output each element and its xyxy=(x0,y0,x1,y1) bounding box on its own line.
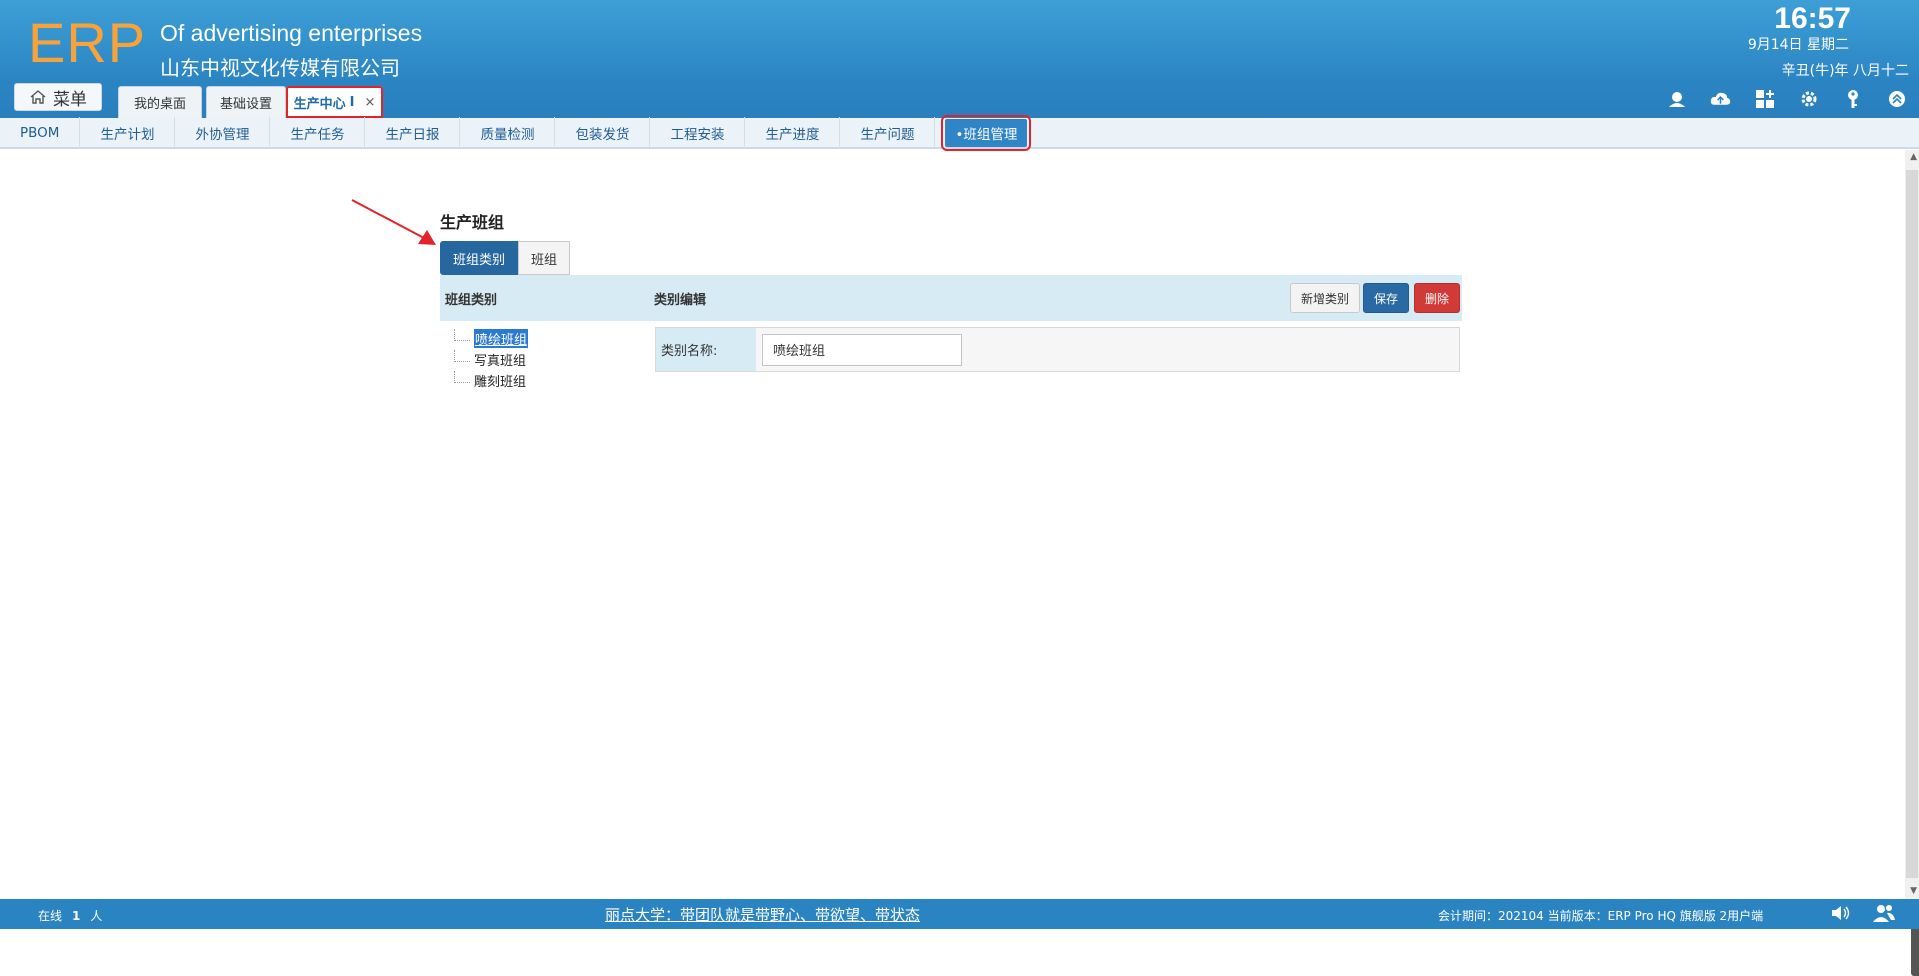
category-name-input[interactable] xyxy=(762,333,962,366)
collapse-icon[interactable] xyxy=(1886,88,1907,109)
subnav-item-daily-report[interactable]: 生产日报 xyxy=(365,117,461,148)
subnav-item-pbom[interactable]: PBOM xyxy=(0,117,81,148)
motto-link[interactable]: 丽点大学：带团队就是带野心、带欲望、带状态 xyxy=(605,904,920,925)
online-status: 在线 1 人 xyxy=(38,907,102,924)
subnav-item-progress[interactable]: 生产进度 xyxy=(745,117,841,148)
subnav-item-installation[interactable]: 工程安装 xyxy=(650,117,746,148)
tree-branch-line xyxy=(454,328,470,341)
erp-logo: ERP xyxy=(28,11,147,74)
status-bar: 在线 1 人 丽点大学：带团队就是带野心、带欲望、带状态 会计期间：202104 当… xyxy=(0,899,1919,929)
clock-date: 9月14日 星期二 xyxy=(1747,37,1849,53)
tab-label: 生产中心 xyxy=(293,97,346,112)
panel-title: 生产班组 xyxy=(440,213,505,232)
lunar-date: 辛丑(牛)年 八月十二 xyxy=(1781,63,1909,79)
company-name-en: Of advertising enterprises xyxy=(160,20,423,46)
online-unit: 人 xyxy=(90,909,103,923)
subnav-item-outsourcing[interactable]: 外协管理 xyxy=(175,117,271,148)
home-icon xyxy=(30,90,46,104)
category-tree: 喷绘班组 写真班组 雕刻班组 xyxy=(454,328,529,391)
gear-icon[interactable] xyxy=(1798,88,1819,109)
version-info: 会计期间：202104 当前版本：ERP Pro HQ 旗舰版 2用户端 xyxy=(1438,909,1764,923)
tab-team-category[interactable]: 班组类别 xyxy=(440,241,519,275)
tree-item-label: 雕刻班组 xyxy=(474,375,527,390)
tree-branch-line xyxy=(454,349,470,362)
main-menu-button[interactable]: 菜单 xyxy=(14,83,102,111)
tree-branch-line xyxy=(454,370,470,383)
tab-team[interactable]: 班组 xyxy=(518,241,571,275)
user-icon[interactable] xyxy=(1666,88,1687,109)
scroll-thumb[interactable] xyxy=(1906,170,1918,878)
tab-my-desktop[interactable]: 我的桌面 xyxy=(118,86,202,118)
key-icon[interactable] xyxy=(1842,88,1863,109)
tree-item[interactable]: 写真班组 xyxy=(454,349,528,370)
clock-time: 16:57 xyxy=(1774,2,1851,35)
header-toolbar xyxy=(1666,88,1907,109)
tree-item-label: 喷绘班组 xyxy=(474,329,529,348)
scroll-down-arrow[interactable]: ▼ xyxy=(1910,886,1917,896)
subnav-item-quality[interactable]: 质量检测 xyxy=(460,117,556,148)
main-menu-label: 菜单 xyxy=(53,89,87,110)
online-count: 1 xyxy=(72,909,81,923)
tab-production-center[interactable]: 生产中心 I × xyxy=(286,86,383,118)
subnav-item-issues[interactable]: 生产问题 xyxy=(840,117,936,148)
apps-icon[interactable] xyxy=(1754,88,1775,109)
annotation-arrow xyxy=(351,199,436,245)
company-name-cn: 山东中视文化传媒有限公司 xyxy=(160,56,400,80)
close-icon[interactable]: × xyxy=(364,95,375,110)
tab-basic-settings[interactable]: 基础设置 xyxy=(206,86,286,118)
app-header: ERP Of advertising enterprises 山东中视文化传媒有… xyxy=(0,0,1919,118)
category-form-row: 类别名称: xyxy=(655,327,1460,372)
save-button[interactable]: 保存 xyxy=(1363,283,1410,313)
subnav-item-plan[interactable]: 生产计划 xyxy=(80,117,176,148)
add-category-button[interactable]: 新增类别 xyxy=(1290,283,1361,313)
panel-toolbar: 班组类别 类别编辑 新增类别 保存 删除 xyxy=(440,275,1462,321)
cloud-icon[interactable] xyxy=(1710,88,1731,109)
delete-button[interactable]: 删除 xyxy=(1414,283,1461,313)
scroll-up-arrow[interactable]: ▲ xyxy=(1910,152,1917,162)
category-list-header: 班组类别 xyxy=(445,292,498,308)
tree-item[interactable]: 喷绘班组 xyxy=(454,328,529,349)
tab-label: 我的桌面 xyxy=(133,97,186,112)
tree-item[interactable]: 雕刻班组 xyxy=(454,370,528,391)
vertical-scrollbar[interactable]: ▲ ▼ xyxy=(1905,150,1919,976)
subnav-item-shipping[interactable]: 包装发货 xyxy=(555,117,651,148)
tab-label: 基础设置 xyxy=(219,97,272,112)
category-name-label: 类别名称: xyxy=(656,328,756,371)
speaker-icon[interactable] xyxy=(1830,903,1852,923)
tab-marker: I xyxy=(349,95,355,110)
online-label: 在线 xyxy=(38,909,63,923)
panel-tabs: 班组类别 班组 xyxy=(440,241,571,275)
sub-navigation: PBOM 生产计划 外协管理 生产任务 生产日报 质量检测 包装发货 工程安装 … xyxy=(0,114,1919,151)
subnav-item-tasks[interactable]: 生产任务 xyxy=(270,117,366,148)
subnav-active-label: •班组管理 xyxy=(941,114,1032,151)
subnav-item-team-management[interactable]: •班组管理 xyxy=(941,114,1032,151)
tree-item-label: 写真班组 xyxy=(474,354,527,369)
users-icon[interactable] xyxy=(1872,903,1896,923)
category-edit-header: 类别编辑 xyxy=(654,292,707,308)
